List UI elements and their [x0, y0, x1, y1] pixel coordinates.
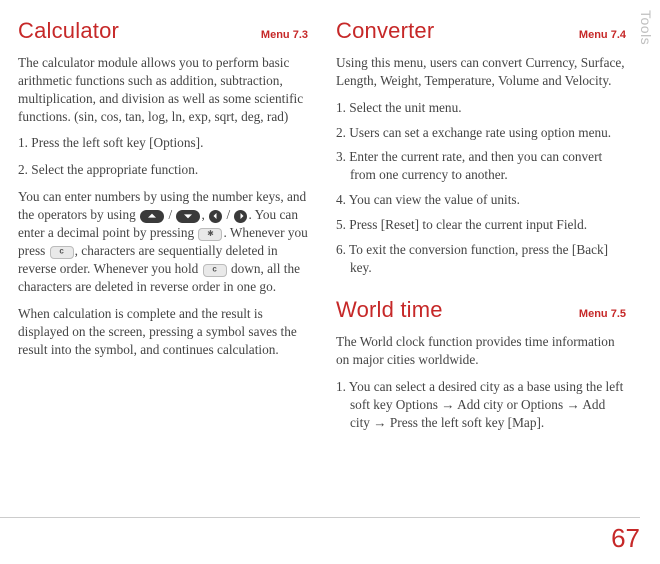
calc-body-d: /	[223, 207, 233, 222]
converter-steps: 1. Select the unit menu. 2. Users can se…	[336, 99, 626, 278]
calculator-header: Calculator Menu 7.3	[18, 16, 308, 46]
converter-step-4: 4. You can view the value of units.	[336, 191, 626, 209]
converter-step-2: 2. Users can set a exchange rate using o…	[336, 124, 626, 142]
world-time-intro: The World clock function provides time i…	[336, 333, 626, 369]
nav-left-icon	[209, 210, 222, 223]
nav-up-icon	[140, 210, 164, 223]
world-time-menu-tag: Menu 7.5	[579, 307, 626, 322]
calculator-intro: The calculator module allows you to perf…	[18, 54, 308, 126]
world-time-header: World time Menu 7.5	[336, 295, 626, 325]
page-number: 67	[611, 523, 640, 554]
page-body: Calculator Menu 7.3 The calculator modul…	[0, 0, 660, 438]
converter-header: Converter Menu 7.4	[336, 16, 626, 46]
converter-step-5: 5. Press [Reset] to clear the current in…	[336, 216, 626, 234]
left-column: Calculator Menu 7.3 The calculator modul…	[18, 14, 308, 438]
clear-key-icon	[50, 246, 74, 259]
calculator-step-2: 2. Select the appropriate function.	[18, 161, 308, 179]
converter-intro: Using this menu, users can convert Curre…	[336, 54, 626, 90]
right-column: Converter Menu 7.4 Using this menu, user…	[336, 14, 626, 438]
world-time-step-1: 1. You can select a desired city as a ba…	[336, 378, 626, 432]
nav-down-icon	[176, 210, 200, 223]
star-key-icon	[198, 228, 222, 241]
converter-step-1: 1. Select the unit menu.	[336, 99, 626, 117]
clear-key-hold-icon	[203, 264, 227, 277]
world-time-title: World time	[336, 295, 443, 325]
converter-title: Converter	[336, 16, 434, 46]
world-time-section: World time Menu 7.5 The World clock func…	[336, 295, 626, 431]
nav-right-icon	[234, 210, 247, 223]
calculator-result: When calculation is complete and the res…	[18, 305, 308, 359]
converter-step-6: 6. To exit the conversion function, pres…	[336, 241, 626, 277]
calculator-step-1: 1. Press the left soft key [Options].	[18, 134, 308, 152]
calculator-menu-tag: Menu 7.3	[261, 28, 308, 43]
converter-menu-tag: Menu 7.4	[579, 28, 626, 43]
calculator-title: Calculator	[18, 16, 119, 46]
side-tab-tools: Tools	[638, 10, 654, 45]
calc-body-b: /	[165, 207, 175, 222]
calc-body-c: ,	[201, 207, 208, 222]
world-time-steps: 1. You can select a desired city as a ba…	[336, 378, 626, 432]
calculator-body: You can enter numbers by using the numbe…	[18, 188, 308, 296]
converter-step-3: 3. Enter the current rate, and then you …	[336, 148, 626, 184]
